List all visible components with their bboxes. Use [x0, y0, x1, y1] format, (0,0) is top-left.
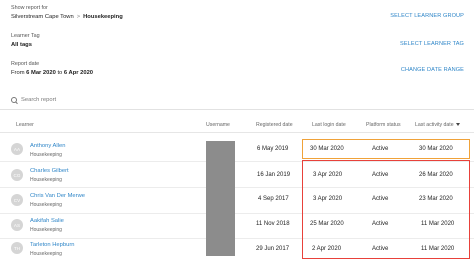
last-activity-header-label: Last activity date: [415, 122, 454, 128]
column-header-learner[interactable]: Learner: [16, 122, 34, 128]
learner-group-breadcrumb: Silverstream Cape Town > Housekeeping: [11, 14, 123, 20]
select-learner-tag-button[interactable]: SELECT LEARNER TAG: [400, 41, 464, 47]
column-header-registered[interactable]: Registered date: [256, 122, 293, 128]
learner-tag: Housekeeping: [30, 202, 62, 208]
learner-tag: Housekeeping: [30, 251, 62, 257]
date-to-value: 6 Apr 2020: [63, 70, 94, 76]
date-from-label: From: [11, 70, 25, 76]
report-date-label: Report date: [11, 61, 40, 67]
date-from-value: 6 Mar 2020: [26, 70, 56, 76]
registered-date: 6 May 2019: [257, 146, 289, 152]
show-report-for-section: Show report for Silverstream Cape Town > H…: [11, 5, 464, 25]
learner-name-link[interactable]: Anthony Allen: [30, 143, 65, 149]
show-report-for-label: Show report for: [11, 5, 48, 11]
learner-name-link[interactable]: Charles Gilbert: [30, 168, 69, 174]
avatar: AA: [11, 143, 23, 155]
select-learner-group-button[interactable]: SELECT LEARNER GROUP: [390, 13, 464, 19]
column-header-username[interactable]: Username: [206, 122, 230, 128]
learner-tag: Housekeeping: [30, 227, 62, 233]
search-bar: [11, 97, 141, 103]
registered-date: 16 Jan 2019: [257, 172, 291, 178]
report-date-range: From 6 Mar 2020 to 6 Apr 2020: [11, 70, 93, 76]
column-header-last-login[interactable]: Last login date: [312, 122, 346, 128]
highlight-box-red: [302, 160, 470, 259]
table-header-divider: [0, 132, 474, 133]
registered-date: 11 Nov 2018: [256, 221, 290, 227]
redacted-usernames: [206, 141, 235, 256]
learner-name-link[interactable]: Tarleton Hepburn: [30, 242, 74, 248]
learner-tag-label: Learner Tag: [11, 33, 40, 39]
avatar: CG: [11, 169, 23, 181]
report-date-section: Report date From 6 Mar 2020 to 6 Apr 202…: [11, 61, 464, 81]
learner-name-link[interactable]: Chris Van Der Merwe: [30, 193, 85, 199]
search-divider: [0, 109, 474, 110]
search-input[interactable]: [21, 97, 141, 103]
breadcrumb-separator: >: [76, 14, 81, 20]
sort-descending-icon[interactable]: [455, 123, 460, 127]
avatar: CV: [11, 194, 23, 206]
breadcrumb-location: Silverstream Cape Town: [11, 14, 74, 20]
learner-tag-section: Learner Tag All tags SELECT LEARNER TAG: [11, 33, 464, 53]
avatar: AS: [11, 219, 23, 231]
avatar: TH: [11, 242, 23, 254]
breadcrumb-group: Housekeeping: [83, 14, 123, 20]
learner-tag: Housekeeping: [30, 152, 62, 158]
learner-tag-value: All tags: [11, 42, 32, 48]
registered-date: 4 Sep 2017: [258, 196, 289, 202]
learner-tag: Housekeeping: [30, 177, 62, 183]
search-icon: [11, 97, 17, 103]
date-to-label: to: [57, 70, 63, 76]
highlight-box-orange: [302, 139, 470, 159]
registered-date: 29 Jun 2017: [256, 246, 290, 252]
change-date-range-button[interactable]: CHANGE DATE RANGE: [401, 67, 464, 73]
learner-name-link[interactable]: Aakifah Salie: [30, 218, 64, 224]
column-header-last-activity[interactable]: Last activity date: [415, 122, 460, 128]
column-header-platform-status[interactable]: Platform status: [366, 122, 401, 128]
